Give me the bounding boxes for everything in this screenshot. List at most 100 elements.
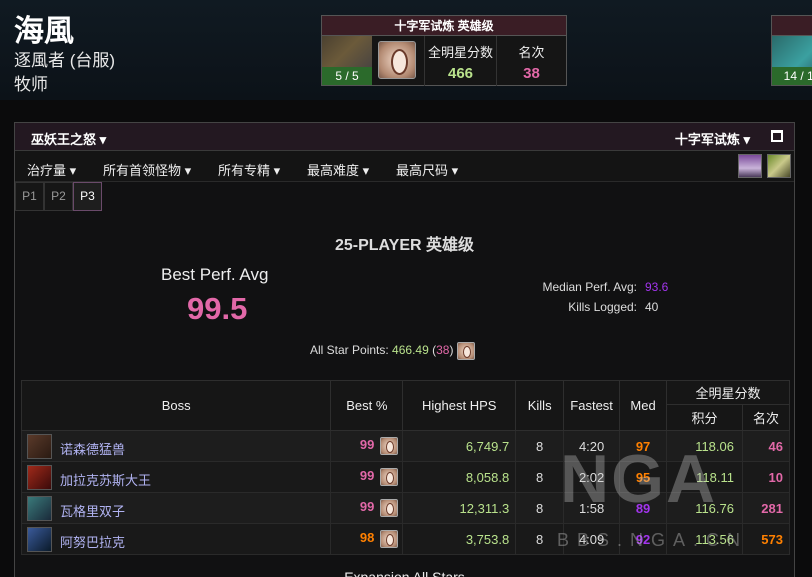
med-cell: 97 — [619, 430, 668, 462]
median-perf-label: Median Perf. Avg: — [542, 280, 638, 294]
kills-cell: 8 — [515, 461, 565, 493]
size-filter-label: 最高尺码 — [396, 163, 449, 178]
best-value: 99 — [359, 499, 375, 515]
kills-cell: 8 — [515, 492, 565, 524]
spec-icon[interactable] — [738, 154, 762, 178]
tab-p3[interactable]: P3 — [73, 182, 102, 211]
header-score[interactable]: 积分 — [666, 404, 743, 431]
character-server[interactable]: 逐風者 (台服) — [14, 46, 115, 71]
zone-dropdown[interactable]: 十字军试炼 ▾ — [675, 129, 750, 148]
filter-bar: 治疗量 ▾ 所有首领怪物 ▾ 所有专精 ▾ 最高难度 ▾ 最高尺码 ▾ — [15, 151, 794, 182]
all-star-points: All Star Points: 466.49 (38) — [310, 342, 475, 360]
header-fastest[interactable]: Fastest — [563, 380, 621, 431]
rank-cell: 46 — [741, 430, 791, 462]
boss-name[interactable]: 诺森德猛兽 — [60, 439, 125, 458]
best-value: 99 — [359, 468, 375, 484]
hps-cell: 6,749.7 — [402, 430, 517, 462]
tab-p1[interactable]: P1 — [15, 182, 44, 211]
table-row[interactable]: 诺森德猛兽 99 6,749.7 8 4:20 97 118.06 46 — [20, 430, 791, 462]
best-value: 98 — [359, 530, 375, 546]
med-cell: 89 — [619, 492, 668, 524]
header-best[interactable]: Best % — [330, 380, 404, 431]
boss-portrait-icon — [27, 527, 52, 552]
header-kills[interactable]: Kills — [515, 380, 565, 431]
boss-name[interactable]: 阿努巴拉克 — [60, 532, 125, 551]
chevron-down-icon: ▾ — [359, 163, 370, 178]
best-cell: 99 — [330, 430, 404, 462]
table-row[interactable]: 加拉克苏斯大王 99 8,058.8 8 2:02 95 118.11 10 — [20, 461, 791, 493]
expansion-all-stars-heading: Expansion All Stars — [344, 569, 465, 577]
zone-score-value: 466 — [447, 65, 474, 82]
zone-summary-card[interactable]: 十字军试炼 英雄级 5 / 5 全明星分数 466 名次 38 — [321, 15, 567, 86]
boss-cell: 瓦格里双子 — [20, 492, 332, 524]
zone-card-2-title — [772, 16, 812, 36]
fastest-cell: 4:09 — [563, 523, 621, 555]
hps-cell: 3,753.8 — [402, 523, 517, 555]
header-med[interactable]: Med — [619, 380, 668, 431]
med-cell: 95 — [619, 461, 668, 493]
metric-filter[interactable]: 治疗量 ▾ — [27, 160, 76, 179]
trophy-icon — [380, 468, 399, 486]
zone-score: 全明星分数 466 — [424, 36, 496, 86]
trophy-icon — [380, 499, 399, 517]
fastest-cell: 2:02 — [563, 461, 621, 493]
median-perf-value: 93.6 — [645, 280, 669, 294]
boss-cell: 阿努巴拉克 — [20, 523, 332, 555]
header-boss[interactable]: Boss — [20, 380, 332, 431]
zone-rank-label: 名次 — [518, 45, 545, 60]
expansion-dropdown[interactable]: 巫妖王之怒 ▾ — [31, 129, 106, 148]
chevron-down-icon: ▾ — [448, 163, 459, 178]
zone-score-label: 全明星分数 — [427, 45, 493, 60]
rank-cell: 281 — [741, 492, 791, 524]
rank-cell: 573 — [741, 523, 791, 555]
boss-name[interactable]: 加拉克苏斯大王 — [60, 470, 151, 489]
spec-filter-label: 所有专精 — [218, 163, 271, 178]
score-cell: 118.11 — [666, 461, 743, 493]
best-cell: 98 — [330, 523, 404, 555]
score-cell: 118.06 — [666, 430, 743, 462]
kills-cell: 8 — [515, 523, 565, 555]
tab-p2[interactable]: P2 — [44, 182, 73, 211]
difficulty-filter[interactable]: 最高难度 ▾ — [307, 160, 369, 179]
chevron-down-icon: ▾ — [181, 163, 192, 178]
best-cell: 99 — [330, 492, 404, 524]
spec-filter[interactable]: 所有专精 ▾ — [218, 160, 280, 179]
table-row[interactable]: 瓦格里双子 99 12,311.3 8 1:58 89 116.76 281 — [20, 492, 791, 524]
trophy-icon — [378, 41, 416, 79]
asp-value: 466.49 — [392, 343, 429, 358]
fastest-cell: 1:58 — [563, 492, 621, 524]
asp-label: All Star Points: — [310, 343, 389, 358]
metric-filter-label: 治疗量 — [27, 163, 67, 178]
table-row[interactable]: 阿努巴拉克 98 3,753.8 8 4:09 92 113.56 573 — [20, 523, 791, 555]
zone-rank: 名次 38 — [496, 36, 566, 86]
maximize-icon[interactable] — [771, 130, 783, 142]
character-header: 海風 逐風者 (台服) 牧师 十字军试炼 英雄级 5 / 5 全明星分数 466… — [0, 0, 812, 100]
kills-logged-label: Kills Logged: — [568, 300, 637, 314]
size-filter[interactable]: 最高尺码 ▾ — [396, 160, 458, 179]
header-hps[interactable]: Highest HPS — [402, 380, 517, 431]
zone-image: 5 / 5 — [322, 36, 372, 85]
chevron-down-icon: ▾ — [743, 132, 750, 147]
med-cell: 92 — [619, 523, 668, 555]
zone-summary-card-2[interactable]: 14 / 14 — [771, 15, 812, 86]
asp-rank: 38 — [436, 343, 450, 358]
panel-header: 巫妖王之怒 ▾ 十字军试炼 ▾ — [15, 123, 794, 151]
boss-portrait-icon — [27, 465, 52, 490]
kills-logged-value: 40 — [645, 300, 659, 314]
zone-progress-2: 14 / 14 — [772, 67, 812, 85]
key-icon[interactable] — [767, 154, 791, 178]
rankings-panel: 巫妖王之怒 ▾ 十字军试炼 ▾ 治疗量 ▾ 所有首领怪物 ▾ 所有专精 ▾ 最高… — [14, 122, 795, 577]
chevron-down-icon: ▾ — [270, 163, 281, 178]
expansion-dropdown-label: 巫妖王之怒 — [31, 132, 97, 147]
phase-tabs: P1 P2 P3 — [15, 182, 102, 211]
trophy-icon — [456, 342, 475, 360]
boss-portrait-icon — [27, 434, 52, 459]
boss-filter[interactable]: 所有首领怪物 ▾ — [103, 160, 191, 179]
best-perf-value: 99.5 — [187, 291, 248, 326]
character-class: 牧师 — [14, 75, 48, 94]
best-perf-label: Best Perf. Avg — [161, 265, 269, 284]
score-cell: 113.56 — [666, 523, 743, 555]
header-rank[interactable]: 名次 — [741, 404, 791, 431]
boss-name[interactable]: 瓦格里双子 — [60, 501, 125, 520]
trophy-icon — [380, 530, 399, 548]
